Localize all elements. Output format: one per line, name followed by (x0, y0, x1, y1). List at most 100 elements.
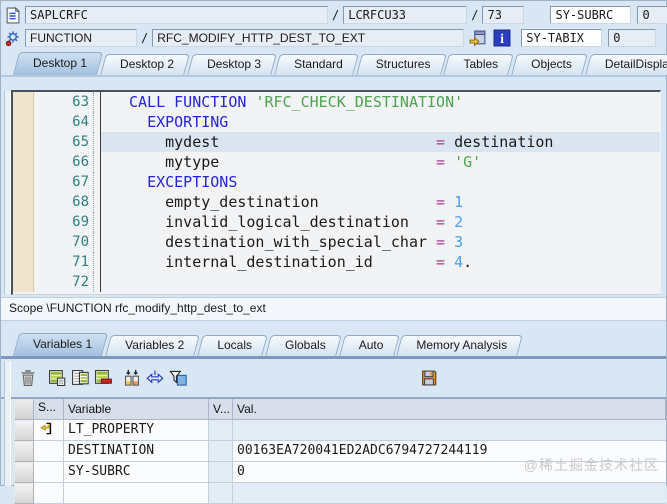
breakpoint-margin[interactable] (13, 252, 34, 272)
breakpoint-margin[interactable] (13, 112, 34, 132)
object-type-field[interactable]: FUNCTION (25, 29, 137, 47)
code-text: destination_with_special_char = 3 (129, 233, 464, 251)
code-editor[interactable]: 63 CALL FUNCTION 'RFC_CHECK_DESTINATION' 6… (11, 90, 661, 295)
tab-label: Desktop 2 (120, 57, 175, 71)
type-cell (34, 462, 64, 483)
source-position-row: SAPLCRFC / LCRFCU33 / 73 SY-SUBRC 0 (4, 5, 667, 25)
type-cell (34, 441, 64, 462)
gear-icon (4, 30, 22, 47)
value-cell[interactable] (233, 483, 666, 504)
variable-cell[interactable]: SY-SUBRC (64, 462, 209, 483)
variable-cell[interactable] (64, 483, 209, 504)
tab-desktop-1[interactable]: Desktop 1 (16, 52, 100, 75)
tab-detaildisplay[interactable]: DetailDisplay (588, 54, 667, 75)
save-icon[interactable] (420, 369, 439, 387)
breakpoint-margin[interactable] (13, 132, 34, 152)
separator: / (141, 31, 149, 45)
splitter-rail[interactable] (4, 361, 11, 486)
breakpoint-margin[interactable] (13, 92, 34, 112)
internal-table-icon[interactable] (34, 420, 64, 441)
tab-objects[interactable]: Objects (514, 54, 585, 75)
object-name-field[interactable]: RFC_MODIFY_HTTP_DEST_TO_EXT (152, 29, 465, 47)
row-selector[interactable] (14, 462, 34, 483)
type-cell (34, 483, 64, 504)
tab-locals[interactable]: Locals (200, 335, 265, 356)
tab-variables-1[interactable]: Variables 1 (16, 333, 105, 356)
tab-tables[interactable]: Tables (446, 54, 511, 75)
value-cell[interactable] (233, 420, 666, 441)
tab-label: Objects (531, 57, 572, 71)
tab-standard[interactable]: Standard (277, 54, 356, 75)
row-selector[interactable] (14, 483, 34, 504)
code-text: CALL FUNCTION 'RFC_CHECK_DESTINATION' (129, 93, 464, 111)
table-page-icon[interactable] (71, 369, 90, 387)
table-green-icon[interactable] (48, 369, 67, 387)
variables-table-header: S... Variable V... Val. (14, 399, 666, 420)
abap-debugger-window: SAPLCRFC / LCRFCU33 / 73 SY-SUBRC 0 FUNC… (0, 0, 667, 504)
gutter-divider (94, 272, 101, 292)
column-header-s[interactable]: S... (34, 399, 64, 420)
line-number-field[interactable]: 73 (482, 6, 525, 24)
delete-icon[interactable] (19, 369, 38, 387)
gutter-divider (94, 172, 101, 192)
row-selector[interactable] (14, 441, 34, 462)
swap-arrow-icon[interactable] (146, 369, 165, 387)
line-number: 68 (34, 192, 94, 212)
tab-label: Variables 1 (33, 337, 93, 351)
column-header-val[interactable]: Val. (233, 399, 666, 420)
gutter-divider (94, 132, 101, 152)
breakpoint-margin[interactable] (13, 172, 34, 192)
compare-columns-icon[interactable] (123, 369, 142, 387)
view-cell[interactable] (209, 462, 233, 483)
variable-cell[interactable]: DESTINATION (64, 441, 209, 462)
tab-label: Tables (463, 57, 499, 71)
scope-bar: Scope \FUNCTION rfc_modify_http_dest_to_… (1, 297, 666, 321)
variables-tabstrip: Variables 1 Variables 2 Locals Globals Auto M… (1, 331, 666, 359)
view-cell[interactable] (209, 483, 233, 504)
info-icon[interactable]: i (493, 29, 512, 47)
table-minus-icon[interactable] (94, 369, 113, 387)
column-header-v[interactable]: V... (209, 399, 233, 420)
tab-label: Memory Analysis (416, 338, 508, 352)
watermark: @稀土掘金技术社区 (523, 457, 659, 473)
sy-subrc-label-field[interactable]: SY-SUBRC (550, 6, 632, 24)
row-selector-header[interactable] (14, 399, 34, 420)
filter-icon[interactable] (169, 369, 188, 387)
goto-statement-icon[interactable] (469, 29, 488, 47)
sy-tabix-label-field[interactable]: SY-TABIX (521, 29, 603, 47)
tab-memory-analysis[interactable]: Memory Analysis (399, 335, 520, 356)
code-text: mydest = destination (101, 132, 660, 152)
tab-auto[interactable]: Auto (342, 335, 397, 356)
breakpoint-margin[interactable] (13, 232, 34, 252)
tab-desktop-3[interactable]: Desktop 3 (190, 54, 274, 75)
tab-structures[interactable]: Structures (359, 54, 444, 75)
line-number: 65 (34, 132, 94, 152)
splitter-rail[interactable] (4, 91, 11, 294)
code-line: 70 destination_with_special_char = 3 (13, 232, 660, 252)
column-header-variable[interactable]: Variable (64, 399, 209, 420)
gutter-divider (94, 192, 101, 212)
gutter-divider (94, 152, 101, 172)
row-selector[interactable] (14, 420, 34, 441)
tab-label: DetailDisplay (604, 57, 667, 71)
view-cell[interactable] (209, 441, 233, 462)
table-row: LT_PROPERTY (14, 420, 666, 441)
code-line: 63 CALL FUNCTION 'RFC_CHECK_DESTINATION' (13, 92, 660, 112)
tab-variables-2[interactable]: Variables 2 (108, 335, 197, 356)
breakpoint-margin[interactable] (13, 152, 34, 172)
variable-cell[interactable]: LT_PROPERTY (64, 420, 209, 441)
include-field[interactable]: LCRFCU33 (343, 6, 468, 24)
tab-label: Locals (217, 338, 252, 352)
tab-globals[interactable]: Globals (268, 335, 339, 356)
tab-label: Standard (294, 57, 343, 71)
code-text: EXPORTING (147, 113, 229, 131)
breakpoint-margin[interactable] (13, 212, 34, 232)
breakpoint-margin[interactable] (13, 272, 34, 292)
tab-desktop-2[interactable]: Desktop 2 (103, 54, 187, 75)
tab-label: Auto (358, 338, 384, 352)
line-number: 70 (34, 232, 94, 252)
breakpoint-margin[interactable] (13, 192, 34, 212)
view-cell[interactable] (209, 420, 233, 441)
program-field[interactable]: SAPLCRFC (25, 6, 328, 24)
